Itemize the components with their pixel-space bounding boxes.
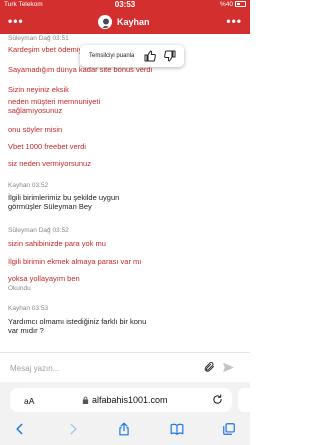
message-sender-time: Süleyman Dağ 03:51	[8, 35, 69, 42]
reader-options-button[interactable]: aA	[24, 396, 34, 406]
thumbs-up-icon[interactable]	[144, 50, 156, 62]
address-bar[interactable]: aA alfabahis1001.com	[10, 388, 232, 412]
avatar	[98, 15, 112, 29]
user-message: Vbet 1000 freebet verdi	[8, 142, 86, 151]
message-line: neden müşteri memnuniyeti	[8, 97, 101, 106]
menu-dots-icon[interactable]: •••	[226, 15, 242, 27]
url-text[interactable]: alfabahis1001.com	[92, 395, 168, 405]
forward-icon[interactable]	[66, 422, 80, 436]
message-line: var mıdır ?	[8, 326, 44, 335]
message-input[interactable]	[10, 362, 180, 374]
tabs-icon[interactable]	[222, 422, 236, 436]
message-line: Yardımcı olmamı istediğiniz farklı bir k…	[8, 317, 147, 326]
user-message: Sizin neyiniz eksik	[8, 85, 69, 94]
user-message: sizin sahibinizde para yok mu	[8, 239, 106, 248]
message-line: sağlamıyosunuz	[8, 106, 63, 115]
menu-dots-icon[interactable]: •••	[8, 15, 24, 27]
message-line: İlgili birimlerimiz bu şekilde uygun	[8, 193, 120, 202]
send-icon[interactable]	[222, 361, 235, 374]
agent-message: İlgili birimlerimiz bu şekilde uygun gör…	[8, 193, 119, 211]
status-time: 03:53	[114, 0, 136, 9]
agent-name: Kayhan	[117, 17, 150, 27]
next-tab-preview[interactable]	[238, 388, 250, 412]
user-message: yoksa yollayayım ben	[8, 274, 80, 283]
agent-info: Kayhan	[98, 14, 150, 30]
user-message: neden müşteri memnuniyeti sağlamıyosunuz	[8, 97, 100, 115]
bookmarks-icon[interactable]	[170, 422, 184, 436]
battery-icon	[235, 1, 246, 8]
browser-address-area: aA alfabahis1001.com	[0, 382, 250, 418]
message-list: Süleyman Dağ 03:51 Kardeşim vbet ödemiyo…	[0, 34, 250, 352]
back-icon[interactable]	[13, 422, 27, 436]
status-right: %40	[220, 1, 246, 8]
thumbs-down-icon[interactable]	[164, 50, 176, 62]
agent-message: Yardımcı olmamı istediğiniz farklı bir k…	[8, 317, 146, 335]
status-bar: Turk Telekom 03:53 %40	[0, 0, 250, 10]
chat-header: ••• Kayhan •••	[0, 10, 250, 34]
browser-toolbar	[0, 418, 250, 445]
attach-icon[interactable]	[203, 361, 215, 373]
rating-prompt: Temsilciyi puanla	[89, 53, 135, 59]
share-icon[interactable]	[117, 422, 131, 436]
read-receipt: Okundu	[8, 285, 31, 292]
user-message: siz neden vermiyorsunuz	[8, 159, 91, 168]
user-message: Kardeşim vbet ödemiyor	[8, 45, 89, 54]
message-line: görmüşler Süleyman Bey	[8, 202, 92, 211]
rating-popup: Temsilciyi puanla	[80, 45, 184, 67]
reload-icon[interactable]	[212, 394, 223, 405]
message-composer	[0, 352, 250, 382]
message-sender-time: Kayhan 03:53	[8, 305, 49, 312]
message-sender-time: Süleyman Dağ 03:52	[8, 227, 69, 234]
battery-percent: %40	[219, 1, 233, 8]
lock-icon	[82, 396, 89, 404]
message-sender-time: Kayhan 03:52	[8, 182, 49, 189]
user-message: onu söyler misin	[8, 125, 63, 134]
user-message: İlgili birimin ekmek almaya parası var m…	[8, 257, 142, 266]
